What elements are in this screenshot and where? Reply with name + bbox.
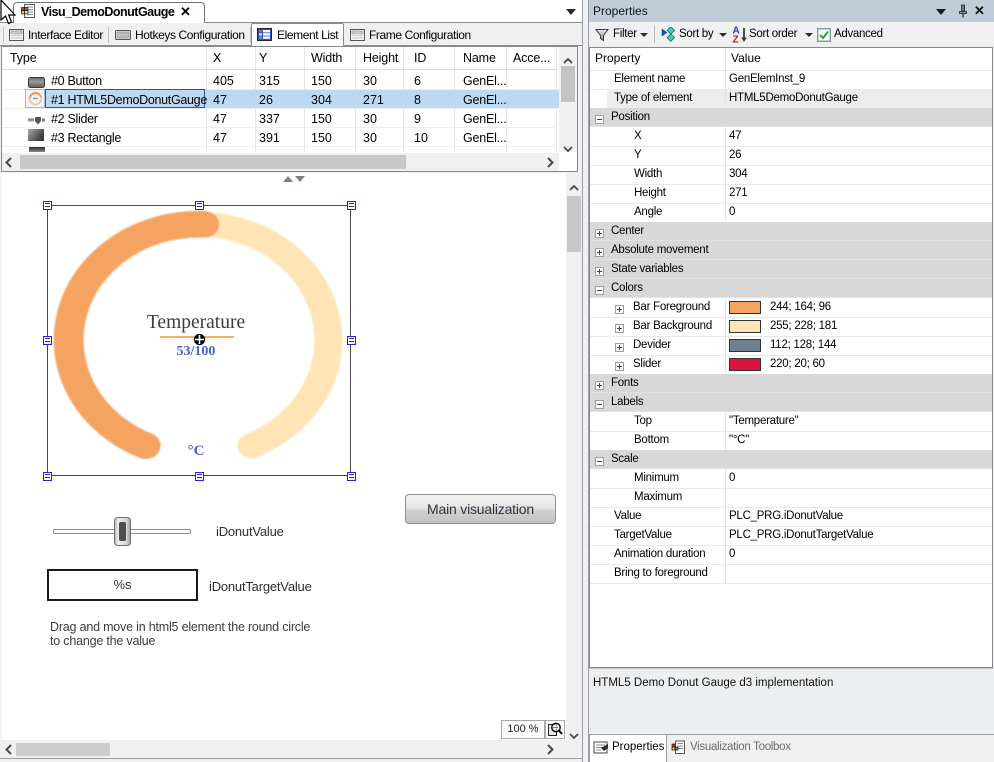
svg-text:Z: Z: [733, 35, 739, 44]
